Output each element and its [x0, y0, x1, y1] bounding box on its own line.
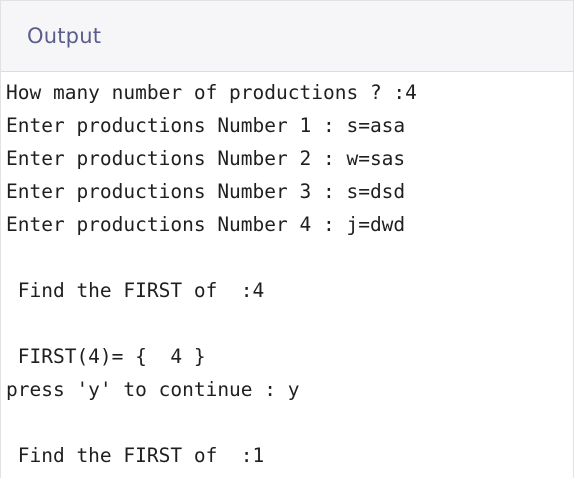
console-output[interactable]: How many number of productions ? :4 Ente…	[1, 72, 573, 472]
console-line: Enter productions Number 4 : j=dwd	[6, 213, 406, 236]
console-line: Enter productions Number 1 : s=asa	[6, 114, 406, 137]
console-line: Find the FIRST of :4	[6, 279, 265, 302]
console-line: How many number of productions ? :4	[6, 81, 417, 104]
output-title: Output	[27, 24, 102, 48]
output-panel: Output How many number of productions ? …	[0, 0, 574, 478]
console-line: Enter productions Number 3 : s=dsd	[6, 180, 406, 203]
console-line: Enter productions Number 2 : w=sas	[6, 147, 406, 170]
console-line: Find the FIRST of :1	[6, 444, 265, 467]
output-header: Output	[1, 1, 573, 72]
console-line: press 'y' to continue : y	[6, 378, 300, 401]
console-line: FIRST(4)= { 4 }	[6, 345, 206, 368]
